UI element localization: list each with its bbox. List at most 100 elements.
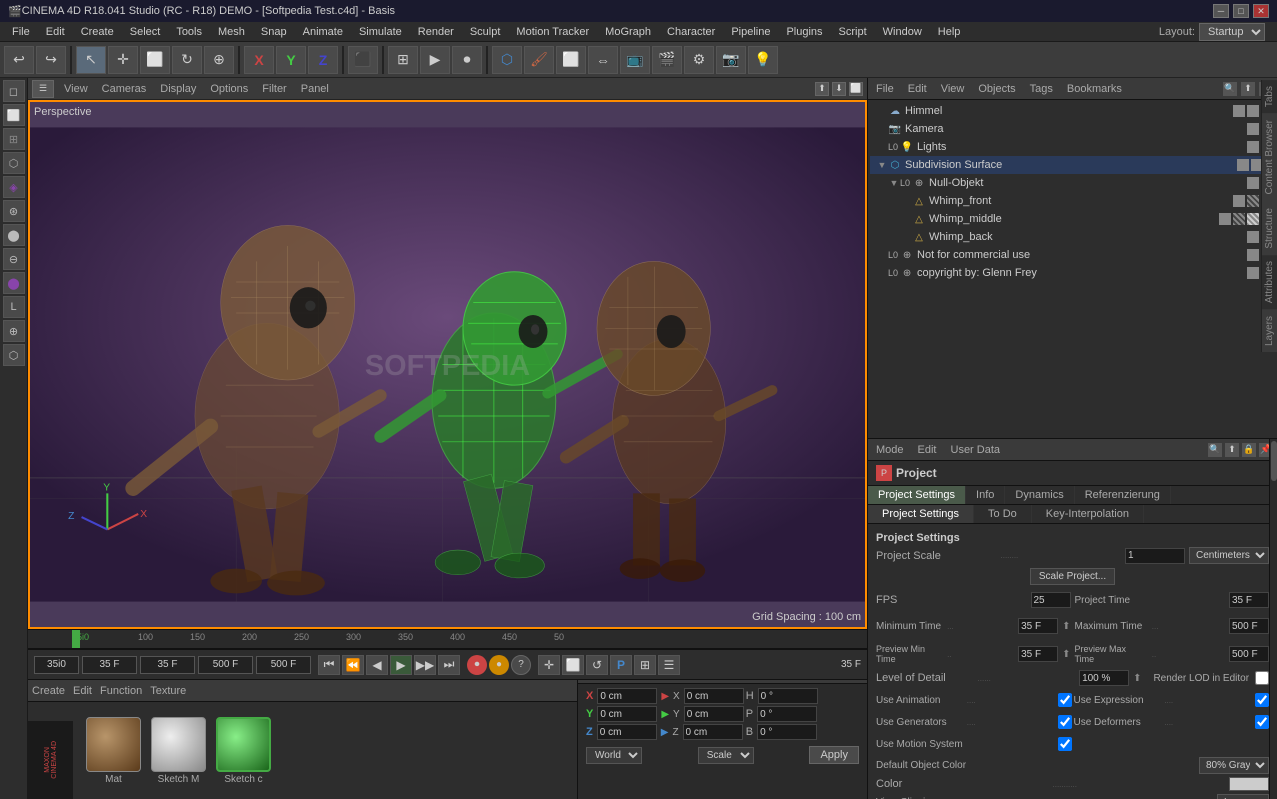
render-view-btn[interactable]: 📺 xyxy=(620,46,650,74)
viewport-menu-btn[interactable]: ☰ xyxy=(32,80,54,98)
viewport-icon-3[interactable]: ⬜ xyxy=(849,82,863,96)
material-sketch-c[interactable]: Sketch c xyxy=(216,717,271,785)
z-axis-btn[interactable]: Z xyxy=(308,46,338,74)
attributes-side-label[interactable]: Attributes xyxy=(1262,255,1277,309)
min-time-input[interactable] xyxy=(1018,618,1058,634)
vt-cameras[interactable]: Cameras xyxy=(98,83,151,95)
light-btn[interactable]: 💡 xyxy=(748,46,778,74)
prev-min-input[interactable] xyxy=(1018,646,1058,662)
p-rotation-input[interactable] xyxy=(757,706,817,722)
menu-sculpt[interactable]: Sculpt xyxy=(462,24,509,40)
structure-side-label[interactable]: Structure xyxy=(1262,202,1277,255)
left-btn-7[interactable]: ⬤ xyxy=(3,224,25,246)
b-rotation-input[interactable] xyxy=(757,724,817,740)
minimize-button[interactable]: ─ xyxy=(1213,4,1229,18)
render-btn[interactable]: 🎬 xyxy=(652,46,682,74)
obj-tags[interactable]: Tags xyxy=(1026,83,1057,95)
use-animation-checkbox[interactable] xyxy=(1058,693,1072,707)
next-frame-btn[interactable]: ▶▶ xyxy=(414,655,436,675)
obj-file[interactable]: File xyxy=(872,83,898,95)
tabs-side-label[interactable]: Tabs xyxy=(1262,80,1277,113)
render-lod-checkbox[interactable] xyxy=(1255,671,1269,685)
max-frame-field[interactable]: 500 F xyxy=(198,656,253,674)
redo-button[interactable]: ↪ xyxy=(36,46,66,74)
lod-input[interactable] xyxy=(1079,670,1129,686)
left-btn-1[interactable]: ◻ xyxy=(3,80,25,102)
help-btn[interactable]: ? xyxy=(511,655,531,675)
attr-userdata[interactable]: User Data xyxy=(947,444,1005,456)
vt-display[interactable]: Display xyxy=(156,83,200,95)
vt-options[interactable]: Options xyxy=(206,83,252,95)
attr-tab-dynamics[interactable]: Dynamics xyxy=(1005,486,1074,504)
grid-btn[interactable]: ⊞ xyxy=(634,655,656,675)
vt-filter[interactable]: Filter xyxy=(258,83,290,95)
color-swatch[interactable] xyxy=(1229,777,1269,791)
obj-objects[interactable]: Objects xyxy=(974,83,1019,95)
scale-tool[interactable]: ⬜ xyxy=(140,46,170,74)
vt-view[interactable]: View xyxy=(60,83,92,95)
obj-edit[interactable]: Edit xyxy=(904,83,931,95)
layers-side-label[interactable]: Layers xyxy=(1262,310,1277,352)
menu-help[interactable]: Help xyxy=(930,24,969,40)
use-deformers-checkbox[interactable] xyxy=(1255,715,1269,729)
use-expression-checkbox[interactable] xyxy=(1255,693,1269,707)
start-frame-field[interactable]: 35 F xyxy=(82,656,137,674)
obj-null[interactable]: ▼ L0 ⊕ Null-Objekt xyxy=(870,174,1275,192)
viewport-icon-2[interactable]: ⬇ xyxy=(832,82,846,96)
x-size-input[interactable] xyxy=(684,688,744,704)
attr-scrollbar[interactable] xyxy=(1269,439,1277,799)
menu-script[interactable]: Script xyxy=(831,24,875,40)
left-btn-12[interactable]: ⬡ xyxy=(3,344,25,366)
use-motion-checkbox[interactable] xyxy=(1058,737,1072,751)
left-btn-8[interactable]: ⊖ xyxy=(3,248,25,270)
goto-end-btn[interactable]: ⏭ xyxy=(438,655,460,675)
obj-whimp-middle[interactable]: △ Whimp_middle xyxy=(870,210,1275,228)
keyframe-btn[interactable]: ⊞ xyxy=(388,46,418,74)
attr-subtab-keyinterp[interactable]: Key-Interpolation xyxy=(1032,505,1144,523)
record-sel-btn[interactable]: ● xyxy=(489,655,509,675)
select-tool[interactable]: ↖ xyxy=(76,46,106,74)
left-btn-6[interactable]: ⊛ xyxy=(3,200,25,222)
menu-simulate[interactable]: Simulate xyxy=(351,24,410,40)
move-tool[interactable]: ✛ xyxy=(108,46,138,74)
x-position-input[interactable] xyxy=(597,688,657,704)
h-rotation-input[interactable] xyxy=(758,688,818,704)
fps-input[interactable] xyxy=(1031,592,1071,608)
obj-not-commercial[interactable]: L0 ⊕ Not for commercial use xyxy=(870,246,1275,264)
maximize-button[interactable]: □ xyxy=(1233,4,1249,18)
camera-btn[interactable]: 📷 xyxy=(716,46,746,74)
mat-texture[interactable]: Texture xyxy=(150,685,186,697)
menu-select[interactable]: Select xyxy=(122,24,169,40)
attr-tab-project-settings[interactable]: Project Settings xyxy=(868,486,966,504)
left-btn-5[interactable]: ◈ xyxy=(3,176,25,198)
keyframe-del-btn[interactable]: ⬜ xyxy=(562,655,584,675)
menu-tools[interactable]: Tools xyxy=(168,24,210,40)
attr-search-icon[interactable]: 🔍 xyxy=(1208,443,1222,457)
obj-bookmarks[interactable]: Bookmarks xyxy=(1063,83,1126,95)
content-browser-side-label[interactable]: Content Browser xyxy=(1262,114,1277,200)
material-sketch-m[interactable]: Sketch M xyxy=(151,717,206,785)
vt-panel[interactable]: Panel xyxy=(297,83,333,95)
paint-btn[interactable]: 🖌 xyxy=(524,46,554,74)
menu-window[interactable]: Window xyxy=(875,24,930,40)
menu-motion-tracker[interactable]: Motion Tracker xyxy=(508,24,597,40)
y-axis-btn[interactable]: Y xyxy=(276,46,306,74)
left-btn-4[interactable]: ⬡ xyxy=(3,152,25,174)
mirror-btn[interactable]: ⇔ xyxy=(588,46,618,74)
max-time-input[interactable] xyxy=(1229,618,1269,634)
obj-view[interactable]: View xyxy=(937,83,969,95)
close-button[interactable]: ✕ xyxy=(1253,4,1269,18)
menu-edit[interactable]: Edit xyxy=(38,24,73,40)
scale-dropdown[interactable]: Scale xyxy=(698,747,754,764)
menu-snap[interactable]: Snap xyxy=(253,24,295,40)
y-position-input[interactable] xyxy=(597,706,657,722)
view-mode-btn[interactable]: ☰ xyxy=(658,655,680,675)
play-btn[interactable]: ▶ xyxy=(420,46,450,74)
scale-project-btn[interactable]: Scale Project... xyxy=(1030,568,1115,585)
loop-btn[interactable]: ↺ xyxy=(586,655,608,675)
menu-file[interactable]: File xyxy=(4,24,38,40)
prev-max-input[interactable] xyxy=(1229,646,1269,662)
obj-whimp-front[interactable]: △ Whimp_front xyxy=(870,192,1275,210)
obj-lights[interactable]: L0 💡 Lights xyxy=(870,138,1275,156)
menu-plugins[interactable]: Plugins xyxy=(778,24,830,40)
